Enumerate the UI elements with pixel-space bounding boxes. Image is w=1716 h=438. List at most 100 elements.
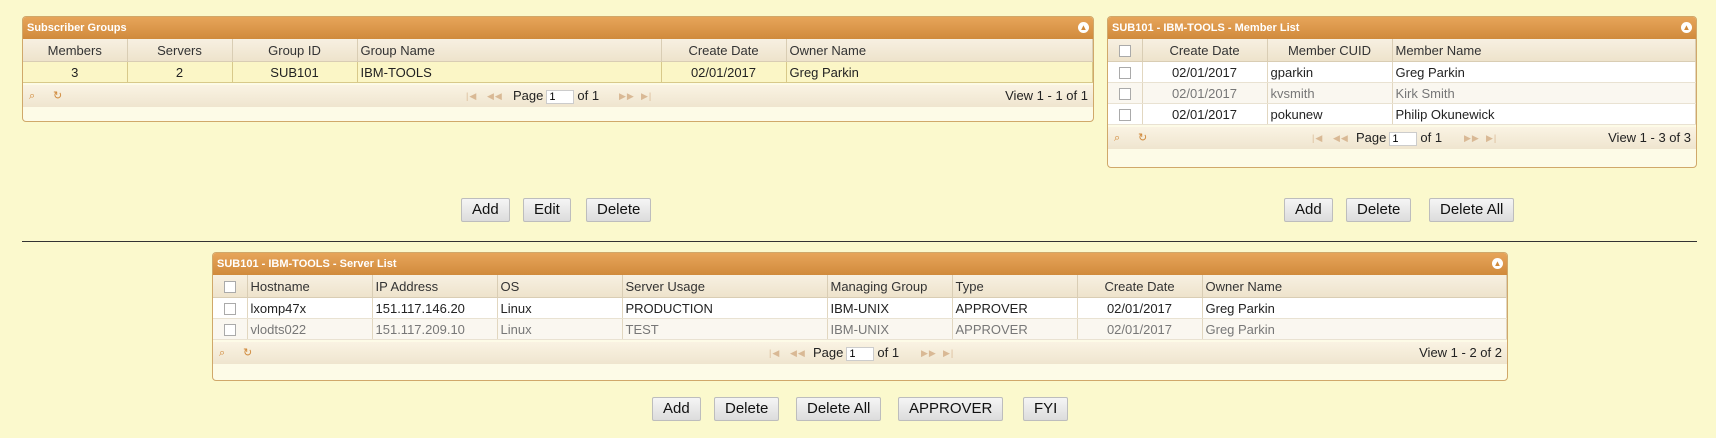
column-header-owner-name[interactable]: Owner Name bbox=[1202, 275, 1507, 298]
page-count: of 1 bbox=[877, 345, 900, 360]
search-icon[interactable]: ⌕ bbox=[219, 342, 225, 364]
row-checkbox[interactable] bbox=[223, 303, 236, 316]
section-divider bbox=[22, 241, 1697, 242]
next-page-icon[interactable]: ▶▶ bbox=[619, 85, 635, 107]
page-input[interactable] bbox=[1389, 131, 1418, 146]
delete-member-button[interactable]: Delete bbox=[1346, 198, 1412, 222]
server-list-grid: SUB101 - IBM-TOOLS - Server List ▲ Hostn… bbox=[212, 252, 1508, 381]
row-checkbox[interactable] bbox=[1118, 109, 1131, 122]
cell-managing-group: IBM-UNIX bbox=[827, 318, 953, 340]
fyi-button[interactable]: FYI bbox=[1023, 397, 1069, 421]
refresh-icon[interactable]: ↻ bbox=[1138, 127, 1147, 149]
table-row[interactable]: 02/01/2017 kvsmith Kirk Smith bbox=[1108, 82, 1696, 104]
table-row[interactable]: 02/01/2017 gparkin Greg Parkin bbox=[1108, 61, 1696, 83]
page-input[interactable] bbox=[546, 89, 575, 104]
page-selector: Page of 1 bbox=[1356, 127, 1442, 149]
next-page-icon[interactable]: ▶▶ bbox=[921, 342, 937, 364]
cell-create-date: 02/01/2017 bbox=[1142, 82, 1268, 104]
edit-group-button[interactable]: Edit bbox=[523, 198, 571, 222]
cell-member-name: Greg Parkin bbox=[1392, 61, 1696, 83]
subscriber-groups-pager: ⌕ ↻ |◀ ◀◀ Page of 1 ▶▶ ▶| View 1 - 1 of 1 bbox=[23, 85, 1093, 107]
column-header-create-date[interactable]: Create Date bbox=[1077, 275, 1203, 298]
cell-owner-name: Greg Parkin bbox=[1202, 318, 1507, 340]
cell-ip-address: 151.117.209.10 bbox=[372, 318, 498, 340]
column-header-member-name[interactable]: Member Name bbox=[1392, 39, 1696, 62]
column-header-create-date[interactable]: Create Date bbox=[1142, 39, 1268, 62]
subscriber-groups-title: Subscriber Groups bbox=[27, 22, 127, 34]
row-checkbox[interactable] bbox=[1118, 67, 1131, 80]
view-count: View 1 - 3 of 3 bbox=[1608, 130, 1691, 145]
select-all-checkbox[interactable] bbox=[213, 275, 248, 298]
server-list-pager: ⌕ ↻ |◀ ◀◀ Page of 1 ▶▶ ▶| View 1 - 2 of 2 bbox=[213, 342, 1507, 364]
table-row[interactable]: vlodts022 151.117.209.10 Linux TEST IBM-… bbox=[213, 318, 1507, 340]
first-page-icon[interactable]: |◀ bbox=[466, 85, 477, 107]
delete-group-button[interactable]: Delete bbox=[586, 198, 652, 222]
prev-page-icon[interactable]: ◀◀ bbox=[790, 342, 806, 364]
add-group-button[interactable]: Add bbox=[461, 198, 510, 222]
last-page-icon[interactable]: ▶| bbox=[641, 85, 652, 107]
cell-type: APPROVER bbox=[952, 297, 1078, 319]
search-icon[interactable]: ⌕ bbox=[1114, 127, 1120, 149]
column-header-members[interactable]: Members bbox=[23, 39, 128, 62]
cell-hostname: lxomp47x bbox=[247, 297, 373, 319]
refresh-icon[interactable]: ↻ bbox=[53, 85, 62, 107]
approver-button[interactable]: APPROVER bbox=[898, 397, 1004, 421]
refresh-icon[interactable]: ↻ bbox=[243, 342, 252, 364]
cell-managing-group: IBM-UNIX bbox=[827, 297, 953, 319]
add-server-button[interactable]: Add bbox=[652, 397, 701, 421]
delete-server-button[interactable]: Delete bbox=[714, 397, 780, 421]
row-checkbox[interactable] bbox=[223, 324, 236, 337]
last-page-icon[interactable]: ▶| bbox=[943, 342, 954, 364]
cell-create-date: 02/01/2017 bbox=[661, 61, 787, 83]
cell-member-cuid: kvsmith bbox=[1267, 82, 1393, 104]
prev-page-icon[interactable]: ◀◀ bbox=[1333, 127, 1349, 149]
delete-all-members-button[interactable]: Delete All bbox=[1429, 198, 1515, 222]
checkbox[interactable] bbox=[1118, 45, 1131, 58]
prev-page-icon[interactable]: ◀◀ bbox=[487, 85, 503, 107]
page-input[interactable] bbox=[846, 346, 875, 361]
search-icon[interactable]: ⌕ bbox=[29, 85, 35, 107]
cell-server-usage: TEST bbox=[622, 318, 828, 340]
column-header-managing-group[interactable]: Managing Group bbox=[827, 275, 953, 298]
cell-os: Linux bbox=[497, 318, 623, 340]
column-header-ip-address[interactable]: IP Address bbox=[372, 275, 498, 298]
column-header-server-usage[interactable]: Server Usage bbox=[622, 275, 828, 298]
add-member-button[interactable]: Add bbox=[1284, 198, 1333, 222]
collapse-icon[interactable]: ▲ bbox=[1078, 22, 1089, 33]
page-label: Page bbox=[513, 88, 544, 103]
column-header-servers[interactable]: Servers bbox=[127, 39, 233, 62]
member-list-title-bar: SUB101 - IBM-TOOLS - Member List ▲ bbox=[1108, 17, 1696, 39]
select-all-checkbox[interactable] bbox=[1108, 39, 1143, 62]
column-header-create-date[interactable]: Create Date bbox=[661, 39, 787, 62]
first-page-icon[interactable]: |◀ bbox=[1312, 127, 1323, 149]
cell-ip-address: 151.117.146.20 bbox=[372, 297, 498, 319]
server-list-title-bar: SUB101 - IBM-TOOLS - Server List ▲ bbox=[213, 253, 1507, 275]
collapse-icon[interactable]: ▲ bbox=[1492, 258, 1503, 269]
table-row[interactable]: 02/01/2017 pokunew Philip Okunewick bbox=[1108, 103, 1696, 125]
cell-group-id: SUB101 bbox=[232, 61, 358, 83]
checkbox[interactable] bbox=[223, 281, 236, 294]
table-header-row: Hostname IP Address OS Server Usage Mana… bbox=[213, 275, 1507, 298]
column-header-member-cuid[interactable]: Member CUID bbox=[1267, 39, 1393, 62]
cell-group-name: IBM-TOOLS bbox=[357, 61, 662, 83]
member-list-title: SUB101 - IBM-TOOLS - Member List bbox=[1112, 22, 1300, 34]
delete-all-servers-button[interactable]: Delete All bbox=[796, 397, 882, 421]
cell-member-cuid: gparkin bbox=[1267, 61, 1393, 83]
table-row[interactable]: 3 2 SUB101 IBM-TOOLS 02/01/2017 Greg Par… bbox=[23, 61, 1093, 83]
next-page-icon[interactable]: ▶▶ bbox=[1464, 127, 1480, 149]
row-checkbox[interactable] bbox=[1118, 88, 1131, 101]
first-page-icon[interactable]: |◀ bbox=[769, 342, 780, 364]
column-header-owner-name[interactable]: Owner Name bbox=[786, 39, 1093, 62]
row-checkbox-cell bbox=[213, 297, 248, 319]
collapse-icon[interactable]: ▲ bbox=[1681, 22, 1692, 33]
column-header-group-id[interactable]: Group ID bbox=[232, 39, 358, 62]
column-header-group-name[interactable]: Group Name bbox=[357, 39, 662, 62]
column-header-type[interactable]: Type bbox=[952, 275, 1078, 298]
table-row[interactable]: lxomp47x 151.117.146.20 Linux PRODUCTION… bbox=[213, 297, 1507, 319]
column-header-hostname[interactable]: Hostname bbox=[247, 275, 373, 298]
table-header-row: Create Date Member CUID Member Name bbox=[1108, 39, 1696, 62]
last-page-icon[interactable]: ▶| bbox=[1486, 127, 1497, 149]
column-header-os[interactable]: OS bbox=[497, 275, 623, 298]
page-selector: Page of 1 bbox=[813, 342, 899, 364]
cell-owner-name: Greg Parkin bbox=[1202, 297, 1507, 319]
